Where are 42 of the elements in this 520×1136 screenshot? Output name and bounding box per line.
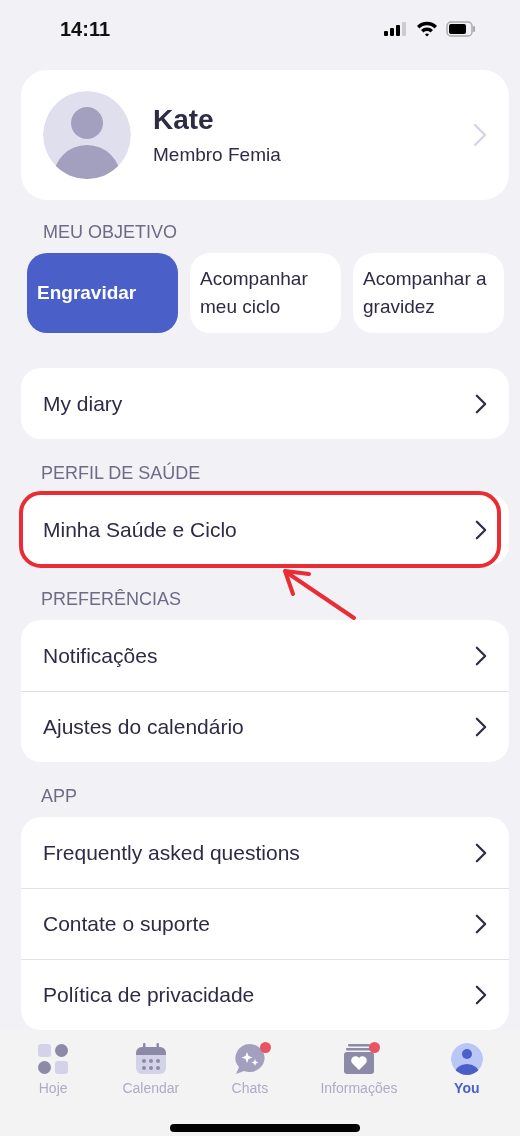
calendar-icon [133, 1042, 168, 1076]
chevron-icon [475, 913, 487, 935]
heart-card-icon [341, 1042, 376, 1076]
chevron-icon [473, 123, 487, 147]
row-label: Contate o suporte [43, 912, 210, 936]
battery-icon [446, 21, 476, 37]
goal-option[interactable]: Acompanhar a gravidez [353, 253, 504, 333]
avatar-icon [43, 91, 131, 179]
chevron-icon [475, 518, 487, 541]
chevron-icon [475, 716, 487, 738]
list-row[interactable]: Ajustes do calendário [21, 691, 509, 762]
section-heading: APP [41, 786, 79, 807]
row-label: Notificações [43, 643, 158, 668]
list-row[interactable]: Contate o suporte [21, 888, 509, 959]
row-label: Ajustes do calendário [43, 715, 244, 739]
list-row[interactable]: Minha Saúde e Ciclo [21, 494, 509, 565]
chevron-icon [475, 392, 487, 415]
chevron-icon [475, 984, 487, 1006]
wifi-icon [416, 21, 438, 37]
profile-subtitle: Membro Femia [153, 144, 282, 166]
list-row[interactable]: Notificações [21, 620, 509, 691]
goal-option[interactable]: Engravidar [27, 253, 178, 333]
section-heading: PERFIL DE SAÚDE [41, 463, 202, 484]
avatar-icon [449, 1042, 484, 1076]
profile-name: Kate [153, 104, 215, 136]
row-label: Minha Saúde e Ciclo [43, 517, 237, 542]
list-row[interactable]: Frequently asked questions [21, 817, 509, 888]
chevron-icon [475, 644, 487, 667]
row-label: Frequently asked questions [43, 840, 300, 865]
signal-icon [384, 22, 408, 36]
profile-card[interactable]: Kate Membro Femia [21, 70, 509, 200]
row-label: Política de privacidade [43, 983, 255, 1007]
grid-icon [36, 1042, 71, 1076]
row-label: My diary [43, 391, 123, 416]
list-row[interactable]: My diary [21, 368, 509, 439]
chat-bubble-icon [232, 1042, 267, 1076]
status-time: 14:11 [60, 17, 111, 41]
section-heading: PREFERÊNCIAS [41, 589, 183, 610]
section-heading: MEU OBJETIVO [43, 222, 178, 243]
goal-option[interactable]: Acompanhar meu ciclo [190, 253, 341, 333]
chevron-icon [475, 841, 487, 864]
tab[interactable]: You [449, 1042, 484, 1102]
